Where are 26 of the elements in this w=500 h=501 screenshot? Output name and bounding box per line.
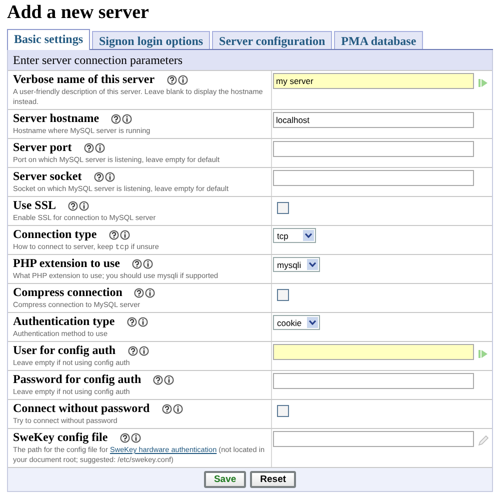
save-button[interactable]: Save xyxy=(204,471,246,488)
field-label: User for config auth xyxy=(13,344,116,357)
field-label: SweKey config file xyxy=(13,431,108,444)
text-field[interactable]: my server xyxy=(273,73,474,89)
dropdown[interactable]: mysqli xyxy=(273,257,320,272)
page-title: Add a new server xyxy=(7,2,150,24)
field-label: Server socket xyxy=(13,170,82,183)
dropdown[interactable]: tcp xyxy=(273,228,316,243)
field-label: Use SSL xyxy=(13,199,56,212)
section-header: Enter server connection parameters xyxy=(8,50,492,71)
dropdown[interactable]: cookie xyxy=(273,315,320,330)
tab[interactable]: PMA database xyxy=(334,31,424,49)
field-label: Server port xyxy=(13,141,72,154)
tab[interactable]: Server configuration xyxy=(212,31,332,49)
tab[interactable]: Signon login options xyxy=(92,31,210,49)
text-field[interactable]: localhost xyxy=(273,112,474,128)
field-label: Authentication type xyxy=(13,315,115,328)
field-label: Verbose name of this server xyxy=(13,73,155,86)
field-label: Compress connection xyxy=(13,286,122,299)
field-label: Server hostname xyxy=(13,112,100,125)
tab[interactable]: Basic settings xyxy=(7,29,90,50)
field-label: Connect without password xyxy=(13,402,150,415)
field-label: Password for config auth xyxy=(13,373,142,386)
reset-button[interactable]: Reset xyxy=(250,471,296,488)
field-label: PHP extension to use xyxy=(13,257,120,270)
field-label: Connection type xyxy=(13,228,97,241)
